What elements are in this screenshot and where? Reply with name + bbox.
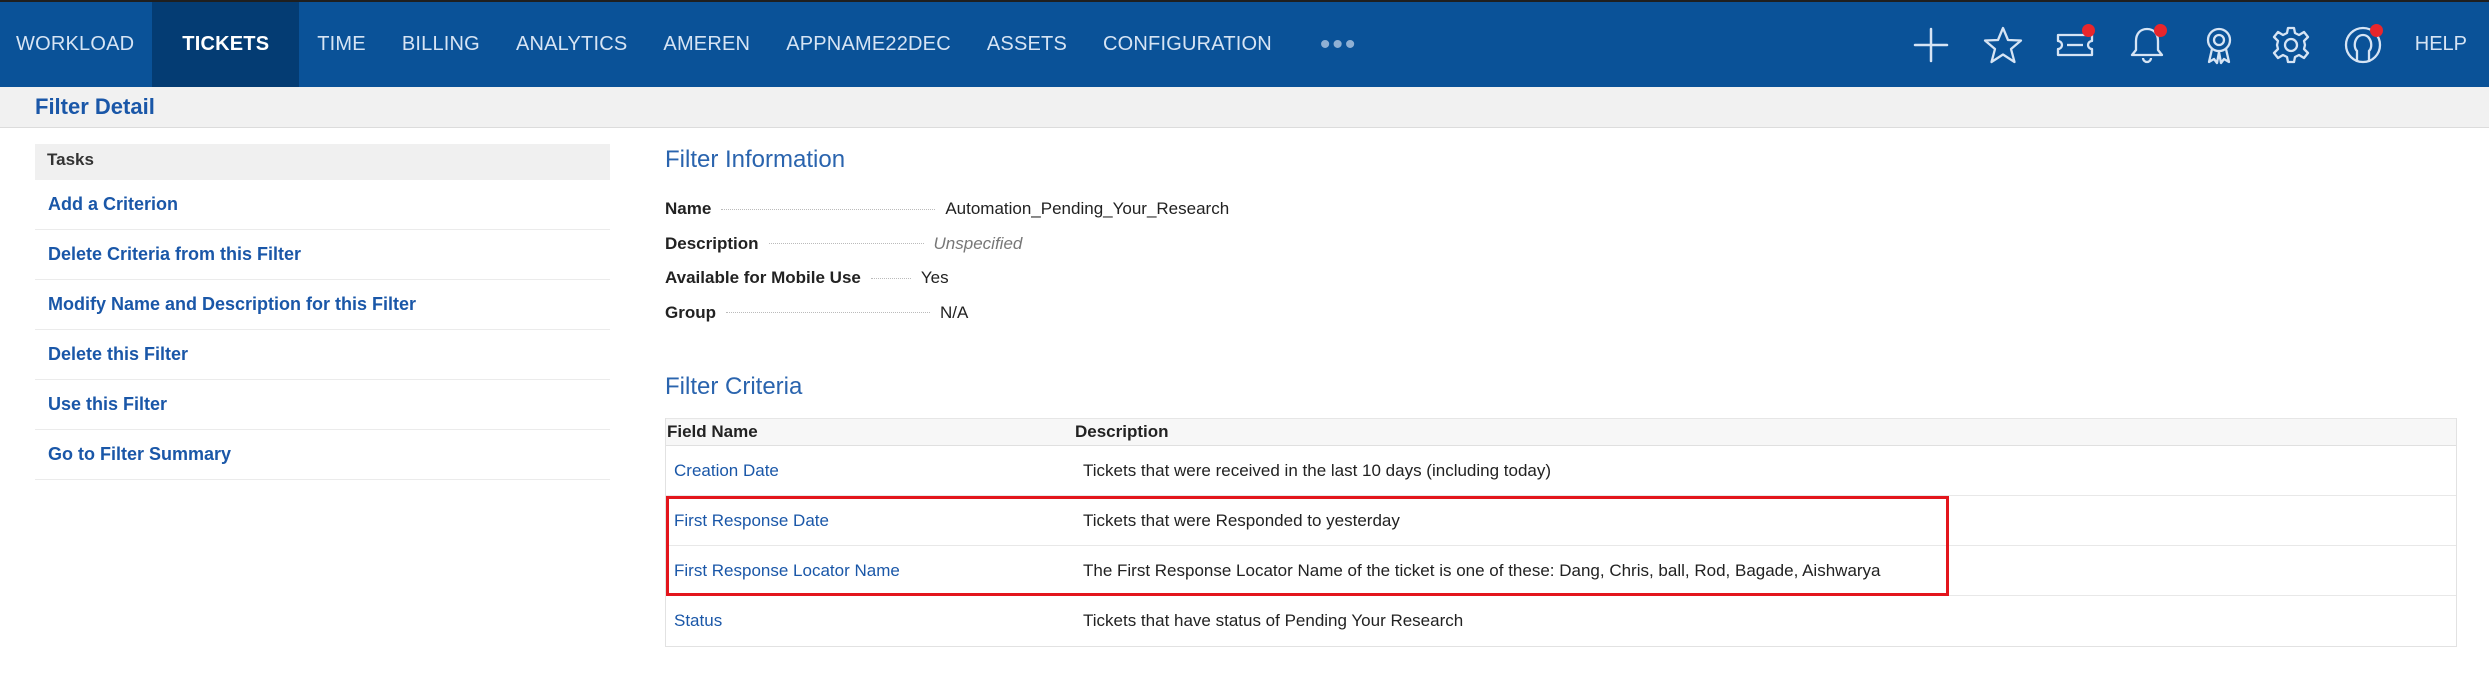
nav-item-tickets[interactable]: TICKETS <box>152 2 300 87</box>
criterion-description: The First Response Locator Name of the t… <box>1083 560 1881 580</box>
nav-icon-group: HELP <box>1895 2 2489 87</box>
filter-criteria-title: Filter Criteria <box>665 373 803 400</box>
notification-badge <box>2153 24 2167 37</box>
nav-item-ameren[interactable]: AMEREN <box>645 2 768 87</box>
award-icon <box>2206 27 2231 64</box>
info-value: N/A <box>940 302 969 322</box>
gear-icon <box>2272 26 2309 63</box>
filter-criteria-table: Field Name Description Creation Date Tic… <box>665 418 2457 647</box>
settings-button[interactable] <box>2255 2 2327 87</box>
notifications-button[interactable] <box>2111 2 2183 87</box>
table-header: Field Name Description <box>666 418 2456 446</box>
filter-information-title: Filter Information <box>665 146 846 173</box>
info-value: Unspecified <box>933 233 1023 253</box>
info-row-group: Group N/A <box>665 296 1365 331</box>
nav-item-appname22dec[interactable]: APPNAME22DEC <box>768 2 969 87</box>
nav-item-workload[interactable]: WORKLOAD <box>0 2 152 87</box>
tickets-button[interactable] <box>2039 2 2111 87</box>
criterion-field-link[interactable]: Creation Date <box>666 461 1075 481</box>
page-title-bar: Filter Detail <box>0 87 2489 128</box>
criterion-description: Tickets that were received in the last 1… <box>1083 460 1552 480</box>
nav-item-time[interactable]: TIME <box>299 2 384 87</box>
nav-item-analytics[interactable]: ANALYTICS <box>498 2 645 87</box>
column-header-field-name: Field Name <box>667 422 758 441</box>
awards-button[interactable] <box>2183 2 2255 87</box>
criterion-field-link[interactable]: Status <box>666 611 1075 631</box>
dotted-leader <box>726 312 930 314</box>
table-row: First Response Locator Name The First Re… <box>666 546 2456 596</box>
page-title: Filter Detail <box>35 94 155 119</box>
info-value: Yes <box>920 268 949 288</box>
task-modify-name-description[interactable]: Modify Name and Description for this Fil… <box>35 280 610 330</box>
dotted-leader <box>870 277 911 279</box>
nav-item-assets[interactable]: ASSETS <box>969 2 1085 87</box>
table-row: Creation Date Tickets that were received… <box>666 446 2456 496</box>
task-add-criterion[interactable]: Add a Criterion <box>35 180 610 230</box>
table-row: First Response Date Tickets that were Re… <box>666 496 2456 546</box>
tasks-header: Tasks <box>35 144 610 180</box>
plus-icon <box>1913 27 1948 62</box>
task-use-filter[interactable]: Use this Filter <box>35 380 610 430</box>
info-row-mobile-use: Available for Mobile Use Yes <box>665 261 1365 296</box>
dotted-leader <box>721 208 936 210</box>
nav-menu: WORKLOAD TICKETS TIME BILLING ANALYTICS … <box>0 2 1387 87</box>
info-row-description: Description Unspecified <box>665 227 1365 262</box>
info-label: Description <box>665 233 759 253</box>
task-go-to-filter-summary[interactable]: Go to Filter Summary <box>35 430 610 480</box>
favorites-button[interactable] <box>1967 2 2039 87</box>
criterion-description: Tickets that have status of Pending Your… <box>1083 611 1464 630</box>
dotted-leader <box>768 243 924 245</box>
task-delete-criteria[interactable]: Delete Criteria from this Filter <box>35 230 610 280</box>
tasks-panel: Tasks Add a Criterion Delete Criteria fr… <box>35 144 610 480</box>
nav-item-billing[interactable]: BILLING <box>384 2 498 87</box>
column-header-description: Description <box>1075 422 1169 441</box>
info-label: Name <box>665 199 712 219</box>
star-icon <box>1983 26 2022 63</box>
nav-item-configuration[interactable]: CONFIGURATION <box>1085 2 1290 87</box>
info-label: Group <box>665 302 716 322</box>
criterion-description: Tickets that were Responded to yesterday <box>1083 510 1400 530</box>
info-label: Available for Mobile Use <box>665 268 861 288</box>
criterion-field-link[interactable]: First Response Locator Name <box>666 561 1075 581</box>
help-link[interactable]: HELP <box>2399 2 2489 87</box>
user-notification-badge <box>2369 24 2383 37</box>
task-delete-filter[interactable]: Delete this Filter <box>35 330 610 380</box>
add-button[interactable] <box>1895 2 1967 87</box>
criterion-field-link[interactable]: First Response Date <box>666 511 1075 531</box>
info-value: Automation_Pending_Your_Research <box>945 199 1230 219</box>
top-navigation-bar: WORKLOAD TICKETS TIME BILLING ANALYTICS … <box>0 0 2489 87</box>
ticket-notification-badge <box>2081 24 2095 37</box>
info-row-name: Name Automation_Pending_Your_Research <box>665 192 1365 227</box>
table-row: Status Tickets that have status of Pendi… <box>666 596 2456 646</box>
user-profile-button[interactable] <box>2327 2 2399 87</box>
nav-more-menu[interactable]: ••• <box>1290 2 1388 87</box>
filter-information-list: Name Automation_Pending_Your_Research De… <box>665 192 1365 330</box>
